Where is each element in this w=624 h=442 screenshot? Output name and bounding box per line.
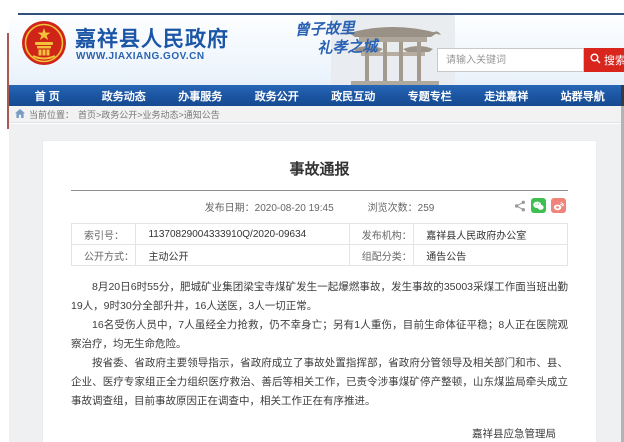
info-label-issuer: 发布机构： — [349, 224, 413, 245]
page: 嘉祥县人民政府 WWW.JIAXIANG.GOV.CN 曾子故里 礼孝之 — [0, 0, 624, 442]
search-icon — [590, 53, 601, 67]
nav-item-interaction[interactable]: 政民互动 — [315, 88, 392, 104]
site-title: 嘉祥县人民政府 — [75, 23, 229, 53]
home-icon — [15, 105, 25, 123]
wechat-share-icon[interactable] — [531, 198, 546, 213]
article-info-table: 索引号： 11370829004333910Q/2020-09634 发布机构：… — [71, 223, 568, 266]
search-button-label: 搜索 — [604, 52, 624, 68]
share-toolbar — [514, 198, 566, 213]
article-card: 事故通报 发布日期：2020-08-20 19:45 浏览次数：259 — [42, 140, 597, 442]
publish-date-value: 2020-08-20 19:45 — [255, 203, 334, 214]
paragraph-1: 8月20日6时55分，肥城矿业集团梁宝寺煤矿发生一起爆燃事故，发生事故的3500… — [71, 278, 568, 316]
slogan-line1: 曾子故里 — [294, 20, 355, 39]
table-row: 公开方式： 主动公开 组配分类： 通告公告 — [72, 245, 568, 266]
slogan-line2: 礼孝之城 — [317, 36, 406, 58]
site-slogan: 曾子故里 礼孝之城 — [294, 17, 405, 59]
publish-date-label: 发布日期： — [205, 203, 255, 214]
info-label-index: 索引号： — [72, 224, 136, 245]
info-label-method: 公开方式： — [72, 245, 136, 266]
signature-org: 嘉祥县应急管理局 — [71, 425, 556, 442]
breadcrumb-path[interactable]: 首页>政务公开>业务动态>通知公告 — [78, 108, 220, 121]
search-input[interactable] — [437, 48, 584, 72]
view-count-label: 浏览次数： — [368, 203, 418, 214]
table-row: 索引号： 11370829004333910Q/2020-09634 发布机构：… — [72, 224, 568, 245]
national-emblem-icon — [21, 20, 67, 66]
nav-item-gov-news[interactable]: 政务动态 — [86, 88, 163, 104]
publish-date: 发布日期：2020-08-20 19:45 — [205, 199, 334, 214]
view-count-value: 259 — [418, 203, 435, 214]
breadcrumb: 当前位置： 首页>政务公开>业务动态>通知公告 — [9, 106, 621, 123]
paragraph-3: 按省委、省政府主要领导指示，省政府成立了事故处置指挥部，省政府分管领导及相关部门… — [71, 354, 568, 411]
nav-item-site-navigation[interactable]: 站群导航 — [545, 88, 622, 104]
site-header: 嘉祥县人民政府 WWW.JIAXIANG.GOV.CN 曾子故里 礼孝之 — [9, 15, 624, 85]
nav-item-about-jiaxiang[interactable]: 走进嘉祥 — [468, 88, 545, 104]
nav-item-special-topics[interactable]: 专题专栏 — [392, 88, 469, 104]
info-value-method: 主动公开 — [136, 245, 349, 266]
view-count: 浏览次数：259 — [368, 199, 435, 214]
weibo-share-icon[interactable] — [551, 198, 566, 213]
nav-item-home[interactable]: 首 页 — [9, 88, 86, 104]
search-button[interactable]: 搜索 — [584, 48, 624, 72]
site-url: WWW.JIAXIANG.GOV.CN — [76, 51, 205, 62]
info-value-index: 11370829004333910Q/2020-09634 — [136, 224, 349, 245]
article-title: 事故通报 — [71, 158, 568, 179]
share-icon[interactable] — [514, 200, 526, 212]
info-label-category: 组配分类： — [349, 245, 413, 266]
title-divider — [71, 190, 568, 191]
info-value-category: 通告公告 — [414, 245, 568, 266]
paragraph-2: 16名受伤人员中，7人虽经全力抢救，仍不幸身亡；另有1人重伤，目前生命体征平稳；… — [71, 316, 568, 354]
info-value-issuer: 嘉祥县人民政府办公室 — [414, 224, 568, 245]
signature-block: 嘉祥县应急管理局 2020年8月20日 — [71, 425, 568, 442]
nav-item-gov-disclosure[interactable]: 政务公开 — [239, 88, 316, 104]
article-body: 8月20日6时55分，肥城矿业集团梁宝寺煤矿发生一起爆燃事故，发生事故的3500… — [71, 278, 568, 411]
nav-item-services[interactable]: 办事服务 — [162, 88, 239, 104]
main-nav: 首 页 政务动态 办事服务 政务公开 政民互动 专题专栏 走进嘉祥 站群导航 — [9, 85, 621, 106]
article-meta: 发布日期：2020-08-20 19:45 浏览次数：259 — [71, 193, 568, 219]
breadcrumb-label: 当前位置： — [29, 108, 74, 121]
